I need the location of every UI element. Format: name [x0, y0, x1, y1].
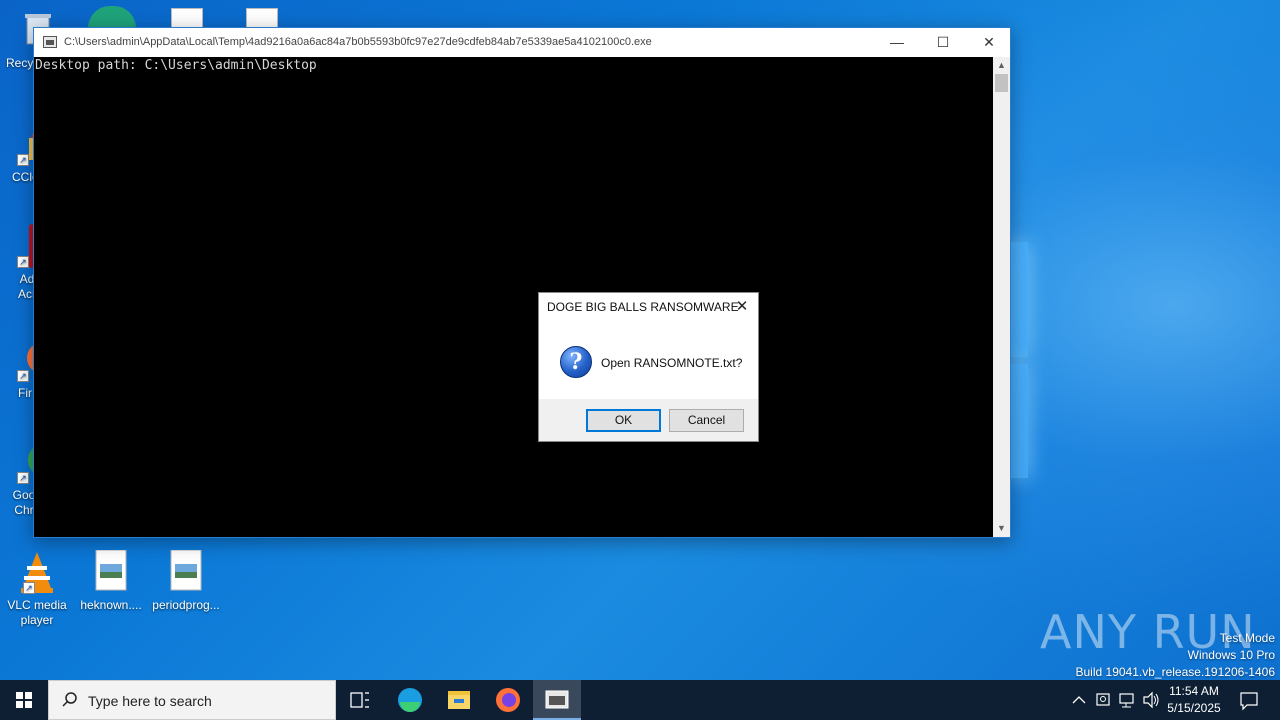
scroll-down-arrow-icon[interactable]: ▼: [993, 520, 1010, 537]
edge-icon: [398, 688, 422, 712]
desktop-icon-heknown[interactable]: heknown....: [74, 549, 148, 613]
shortcut-arrow-icon: ↗: [17, 256, 29, 268]
taskbar-console-button[interactable]: [533, 680, 581, 720]
desktop-icon-label: heknown....: [80, 598, 142, 612]
console-scrollbar[interactable]: ▲ ▼: [993, 57, 1010, 537]
notification-icon: [1240, 692, 1258, 711]
vlc-icon: ↗: [15, 550, 59, 594]
scroll-thumb[interactable]: [995, 74, 1008, 92]
test-mode-label: Test Mode: [1219, 631, 1275, 645]
taskbar-clock[interactable]: 11:54 AM 5/15/2025: [1160, 683, 1228, 717]
taskbar-search-box[interactable]: Type here to search: [48, 680, 336, 720]
image-file-icon: [164, 549, 208, 594]
system-watermark: Test Mode Windows 10 Pro Build 19041.vb_…: [1076, 630, 1276, 681]
windows-start-icon: [16, 692, 32, 708]
network-button[interactable]: [1116, 680, 1138, 720]
desktop-icon-partial-file[interactable]: [171, 8, 203, 28]
search-placeholder: Type here to search: [88, 693, 212, 709]
clock-date: 5/15/2025: [1167, 701, 1221, 715]
volume-icon: [1143, 691, 1159, 709]
shortcut-arrow-icon: ↗: [17, 154, 29, 166]
dialog-close-button[interactable]: ✕: [730, 296, 754, 318]
tray-app-button[interactable]: [1092, 680, 1114, 720]
dialog-message: Open RANSOMNOTE.txt?: [601, 356, 743, 370]
message-dialog[interactable]: DOGE BIG BALLS RANSOMWARE ✕ ? Open RANSO…: [538, 292, 759, 442]
console-titlebar[interactable]: C:\Users\admin\AppData\Local\Temp\4ad921…: [34, 28, 1010, 57]
chevron-up-icon: [1072, 696, 1086, 704]
desktop-icon-label: periodprog...: [152, 598, 220, 612]
desktop-icon-partial-file[interactable]: [246, 8, 278, 28]
firefox-icon: [496, 688, 520, 712]
taskbar-edge-button[interactable]: [386, 680, 434, 720]
desktop-icon-partial-edge[interactable]: [88, 6, 136, 28]
scroll-up-arrow-icon[interactable]: ▲: [993, 57, 1010, 74]
search-icon: [62, 692, 77, 707]
desktop-icon-label: VLC media player: [7, 598, 67, 627]
edition-label: Windows 10 Pro: [1187, 648, 1275, 662]
tray-device-icon: [1096, 693, 1110, 706]
console-window[interactable]: C:\Users\admin\AppData\Local\Temp\4ad921…: [33, 27, 1011, 538]
console-window-icon: [545, 690, 569, 709]
network-icon: [1119, 693, 1134, 708]
close-button[interactable]: ✕: [966, 28, 1012, 57]
desktop-icon-periodprog[interactable]: periodprog...: [149, 549, 223, 613]
shortcut-arrow-icon: ↗: [17, 472, 29, 484]
volume-button[interactable]: [1140, 680, 1162, 720]
desktop-icon-label: Goo Chr: [12, 488, 36, 517]
cancel-button[interactable]: Cancel: [669, 409, 744, 432]
desktop-icon-vlc[interactable]: ↗ VLC media player: [0, 550, 74, 628]
taskbar-explorer-button[interactable]: [435, 680, 483, 720]
clock-time: 11:54 AM: [1169, 684, 1219, 698]
task-view-icon: [350, 692, 369, 708]
taskbar-firefox-button[interactable]: [484, 680, 532, 720]
console-output[interactable]: Desktop path: C:\Users\admin\Desktop: [34, 57, 994, 537]
action-center-button[interactable]: [1234, 680, 1264, 720]
start-button[interactable]: [0, 680, 48, 720]
console-title: C:\Users\admin\AppData\Local\Temp\4ad921…: [64, 36, 652, 48]
minimize-button[interactable]: —: [874, 28, 920, 57]
folder-icon: [448, 691, 470, 709]
show-hidden-icons-button[interactable]: [1068, 680, 1090, 720]
task-view-button[interactable]: [336, 680, 384, 720]
image-file-icon: [89, 549, 133, 594]
console-app-icon: [43, 36, 57, 48]
dialog-title: DOGE BIG BALLS RANSOMWARE: [547, 300, 739, 314]
taskbar: Type here to search 11:54 AM 5/15/2025: [0, 680, 1280, 720]
build-label: Build 19041.vb_release.191206-1406: [1075, 665, 1276, 679]
question-icon: ?: [560, 346, 592, 378]
dialog-footer: OK Cancel: [539, 399, 758, 441]
maximize-button[interactable]: ☐: [920, 28, 966, 57]
ok-button[interactable]: OK: [586, 409, 661, 432]
shortcut-arrow-icon: ↗: [23, 582, 35, 594]
shortcut-arrow-icon: ↗: [17, 370, 29, 382]
